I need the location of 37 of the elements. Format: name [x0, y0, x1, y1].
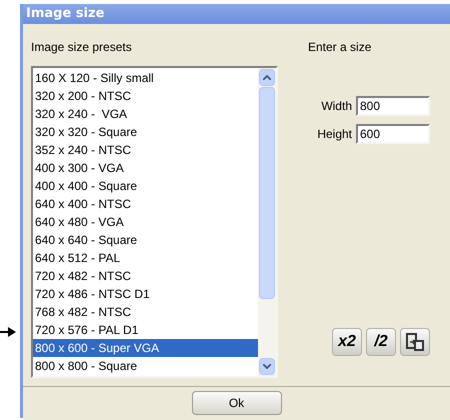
preset-item[interactable]: 640 x 640 - Square — [33, 230, 258, 248]
swap-icon — [405, 332, 425, 352]
scrollbar[interactable] — [258, 68, 276, 376]
caret-down-icon — [263, 364, 271, 368]
preset-item[interactable]: 400 x 400 - Square — [33, 176, 258, 194]
preset-item[interactable]: 640 x 480 - VGA — [33, 212, 258, 230]
input-field[interactable]: 600 — [356, 124, 430, 144]
swap-button[interactable] — [400, 328, 430, 356]
presets-label: Image size presets — [31, 38, 133, 56]
caret-up-icon — [263, 74, 271, 80]
window-title: Image size — [23, 4, 450, 24]
preset-list[interactable] — [31, 66, 278, 378]
preset-item[interactable]: 640 x 512 - PAL — [33, 248, 258, 266]
preset-item[interactable]: 768 x 482 - NTSC — [33, 302, 258, 320]
ok-button[interactable]: Ok — [192, 391, 282, 415]
preset-item[interactable]: 352 x 240 - NTSC — [33, 140, 258, 158]
size-label: Enter a size — [308, 38, 372, 56]
preset-item[interactable]: 800 x 600 - Super VGA — [33, 338, 258, 356]
preset-item[interactable]: 320 x 240 - VGA — [33, 104, 258, 122]
preset-item[interactable]: 800 x 800 - Square — [33, 356, 258, 374]
preset-item[interactable]: 640 x 400 - NTSC — [33, 194, 258, 212]
field-label: Height — [317, 126, 352, 142]
input-field[interactable]: 800 — [356, 96, 430, 116]
scroll-up-button[interactable] — [259, 68, 275, 86]
preset-item[interactable]: 720 x 482 - NTSC — [33, 266, 258, 284]
preset-item[interactable]: 320 x 320 - Square — [33, 122, 258, 140]
preset-item[interactable]: 720 x 576 - PAL D1 — [33, 320, 258, 338]
preset-item[interactable]: 720 x 486 - NTSC D1 — [33, 284, 258, 302]
field-label: Width — [321, 98, 352, 114]
preset-item[interactable]: 400 x 300 - VGA — [33, 158, 258, 176]
scroll-down-button[interactable] — [259, 358, 275, 374]
arrow-icon — [0, 327, 16, 337]
scroll-thumb[interactable] — [259, 86, 275, 298]
preset-item[interactable]: 160 X 120 - Silly small — [33, 68, 258, 86]
tool-button[interactable]: /2 — [366, 328, 396, 356]
tool-button[interactable]: x2 — [332, 328, 362, 356]
preset-item[interactable]: 320 x 200 - NTSC — [33, 86, 258, 104]
